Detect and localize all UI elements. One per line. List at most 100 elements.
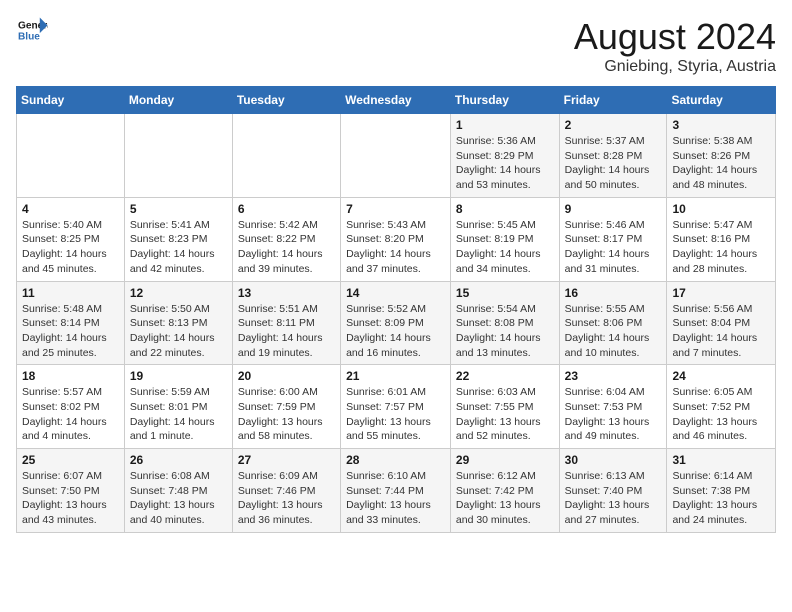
- day-number: 29: [456, 453, 554, 467]
- calendar-cell: [232, 114, 340, 198]
- day-info: Sunrise: 6:07 AM Sunset: 7:50 PM Dayligh…: [22, 469, 119, 528]
- calendar-cell: 28Sunrise: 6:10 AM Sunset: 7:44 PM Dayli…: [341, 449, 451, 533]
- calendar-cell: 22 Sunrise: 6:03 AM Sunset: 7:55 PM Dayli…: [450, 365, 559, 449]
- calendar-cell: 25 Sunrise: 6:07 AM Sunset: 7:50 PM Dayli…: [17, 449, 125, 533]
- calendar-cell: 20 Sunrise: 6:00 AM Sunset: 7:59 PM Dayli…: [232, 365, 340, 449]
- calendar-table: SundayMondayTuesdayWednesdayThursdayFrid…: [16, 86, 776, 533]
- location-title: Gniebing, Styria, Austria: [574, 58, 776, 76]
- day-number: 5: [130, 202, 227, 216]
- day-info: Sunrise: 5:38 AM Sunset: 8:26 PM Dayligh…: [672, 134, 770, 193]
- day-header-tuesday: Tuesday: [232, 87, 340, 114]
- day-info: Sunrise: 6:13 AM Sunset: 7:40 PM Dayligh…: [565, 469, 662, 528]
- day-number: 30: [565, 453, 662, 467]
- day-number: 24: [672, 369, 770, 383]
- day-number: 13: [238, 286, 335, 300]
- day-number: 16: [565, 286, 662, 300]
- calendar-cell: 21 Sunrise: 6:01 AM Sunset: 7:57 PM Dayli…: [341, 365, 451, 449]
- calendar-cell: 23 Sunrise: 6:04 AM Sunset: 7:53 PM Dayli…: [559, 365, 667, 449]
- calendar-cell: 1Sunrise: 5:36 AM Sunset: 8:29 PM Daylig…: [450, 114, 559, 198]
- day-info: Sunrise: 6:05 AM Sunset: 7:52 PM Dayligh…: [672, 385, 770, 444]
- day-number: 31: [672, 453, 770, 467]
- calendar-cell: 13 Sunrise: 5:51 AM Sunset: 8:11 PM Dayli…: [232, 281, 340, 365]
- day-info: Sunrise: 6:03 AM Sunset: 7:55 PM Dayligh…: [456, 385, 554, 444]
- day-header-sunday: Sunday: [17, 87, 125, 114]
- calendar-cell: [124, 114, 232, 198]
- day-number: 28: [346, 453, 445, 467]
- day-number: 4: [22, 202, 119, 216]
- calendar-cell: 7Sunrise: 5:43 AM Sunset: 8:20 PM Daylig…: [341, 197, 451, 281]
- calendar-cell: [341, 114, 451, 198]
- day-header-monday: Monday: [124, 87, 232, 114]
- calendar-cell: 5 Sunrise: 5:41 AM Sunset: 8:23 PM Daylig…: [124, 197, 232, 281]
- week-row-1: 1Sunrise: 5:36 AM Sunset: 8:29 PM Daylig…: [17, 114, 776, 198]
- calendar-cell: 29 Sunrise: 6:12 AM Sunset: 7:42 PM Dayli…: [450, 449, 559, 533]
- calendar-cell: 10Sunrise: 5:47 AM Sunset: 8:16 PM Dayli…: [667, 197, 776, 281]
- calendar-cell: 24 Sunrise: 6:05 AM Sunset: 7:52 PM Dayli…: [667, 365, 776, 449]
- logo: General Blue: [16, 16, 48, 44]
- day-number: 10: [672, 202, 770, 216]
- day-info: Sunrise: 5:46 AM Sunset: 8:17 PM Dayligh…: [565, 218, 662, 277]
- day-number: 18: [22, 369, 119, 383]
- svg-text:Blue: Blue: [18, 31, 40, 42]
- calendar-cell: 15 Sunrise: 5:54 AM Sunset: 8:08 PM Dayli…: [450, 281, 559, 365]
- calendar-cell: [17, 114, 125, 198]
- day-number: 19: [130, 369, 227, 383]
- day-number: 12: [130, 286, 227, 300]
- day-info: Sunrise: 5:55 AM Sunset: 8:06 PM Dayligh…: [565, 302, 662, 361]
- day-info: Sunrise: 6:00 AM Sunset: 7:59 PM Dayligh…: [238, 385, 335, 444]
- calendar-cell: 12Sunrise: 5:50 AM Sunset: 8:13 PM Dayli…: [124, 281, 232, 365]
- day-number: 20: [238, 369, 335, 383]
- calendar-cell: 4 Sunrise: 5:40 AM Sunset: 8:25 PM Daylig…: [17, 197, 125, 281]
- day-info: Sunrise: 5:41 AM Sunset: 8:23 PM Dayligh…: [130, 218, 227, 277]
- calendar-cell: 6 Sunrise: 5:42 AM Sunset: 8:22 PM Daylig…: [232, 197, 340, 281]
- day-info: Sunrise: 5:59 AM Sunset: 8:01 PM Dayligh…: [130, 385, 227, 444]
- day-header-saturday: Saturday: [667, 87, 776, 114]
- day-info: Sunrise: 5:42 AM Sunset: 8:22 PM Dayligh…: [238, 218, 335, 277]
- day-header-wednesday: Wednesday: [341, 87, 451, 114]
- day-info: Sunrise: 5:56 AM Sunset: 8:04 PM Dayligh…: [672, 302, 770, 361]
- calendar-cell: 19 Sunrise: 5:59 AM Sunset: 8:01 PM Dayli…: [124, 365, 232, 449]
- day-number: 3: [672, 118, 770, 132]
- day-info: Sunrise: 5:48 AM Sunset: 8:14 PM Dayligh…: [22, 302, 119, 361]
- day-number: 26: [130, 453, 227, 467]
- calendar-cell: 2Sunrise: 5:37 AM Sunset: 8:28 PM Daylig…: [559, 114, 667, 198]
- calendar-body: 1Sunrise: 5:36 AM Sunset: 8:29 PM Daylig…: [17, 114, 776, 533]
- calendar-cell: 31 Sunrise: 6:14 AM Sunset: 7:38 PM Dayli…: [667, 449, 776, 533]
- day-number: 2: [565, 118, 662, 132]
- month-title: August 2024: [574, 16, 776, 58]
- title-block: August 2024 Gniebing, Styria, Austria: [574, 16, 776, 76]
- day-number: 21: [346, 369, 445, 383]
- week-row-4: 18Sunrise: 5:57 AM Sunset: 8:02 PM Dayli…: [17, 365, 776, 449]
- calendar-cell: 17Sunrise: 5:56 AM Sunset: 8:04 PM Dayli…: [667, 281, 776, 365]
- day-info: Sunrise: 6:12 AM Sunset: 7:42 PM Dayligh…: [456, 469, 554, 528]
- day-info: Sunrise: 6:04 AM Sunset: 7:53 PM Dayligh…: [565, 385, 662, 444]
- calendar-cell: 3 Sunrise: 5:38 AM Sunset: 8:26 PM Daylig…: [667, 114, 776, 198]
- calendar-cell: 9 Sunrise: 5:46 AM Sunset: 8:17 PM Daylig…: [559, 197, 667, 281]
- day-info: Sunrise: 6:08 AM Sunset: 7:48 PM Dayligh…: [130, 469, 227, 528]
- calendar-cell: 8 Sunrise: 5:45 AM Sunset: 8:19 PM Daylig…: [450, 197, 559, 281]
- page-header: General Blue August 2024 Gniebing, Styri…: [16, 16, 776, 76]
- day-number: 7: [346, 202, 445, 216]
- day-number: 22: [456, 369, 554, 383]
- day-number: 23: [565, 369, 662, 383]
- day-header-thursday: Thursday: [450, 87, 559, 114]
- day-number: 15: [456, 286, 554, 300]
- day-number: 6: [238, 202, 335, 216]
- week-row-5: 25 Sunrise: 6:07 AM Sunset: 7:50 PM Dayli…: [17, 449, 776, 533]
- day-info: Sunrise: 5:45 AM Sunset: 8:19 PM Dayligh…: [456, 218, 554, 277]
- day-header-friday: Friday: [559, 87, 667, 114]
- day-info: Sunrise: 5:40 AM Sunset: 8:25 PM Dayligh…: [22, 218, 119, 277]
- day-info: Sunrise: 5:54 AM Sunset: 8:08 PM Dayligh…: [456, 302, 554, 361]
- day-number: 25: [22, 453, 119, 467]
- calendar-cell: 18Sunrise: 5:57 AM Sunset: 8:02 PM Dayli…: [17, 365, 125, 449]
- logo-icon: General Blue: [16, 16, 48, 44]
- calendar-cell: 14Sunrise: 5:52 AM Sunset: 8:09 PM Dayli…: [341, 281, 451, 365]
- day-info: Sunrise: 5:51 AM Sunset: 8:11 PM Dayligh…: [238, 302, 335, 361]
- day-info: Sunrise: 6:14 AM Sunset: 7:38 PM Dayligh…: [672, 469, 770, 528]
- day-number: 27: [238, 453, 335, 467]
- day-number: 8: [456, 202, 554, 216]
- day-number: 9: [565, 202, 662, 216]
- day-number: 1: [456, 118, 554, 132]
- day-info: Sunrise: 6:09 AM Sunset: 7:46 PM Dayligh…: [238, 469, 335, 528]
- day-info: Sunrise: 6:01 AM Sunset: 7:57 PM Dayligh…: [346, 385, 445, 444]
